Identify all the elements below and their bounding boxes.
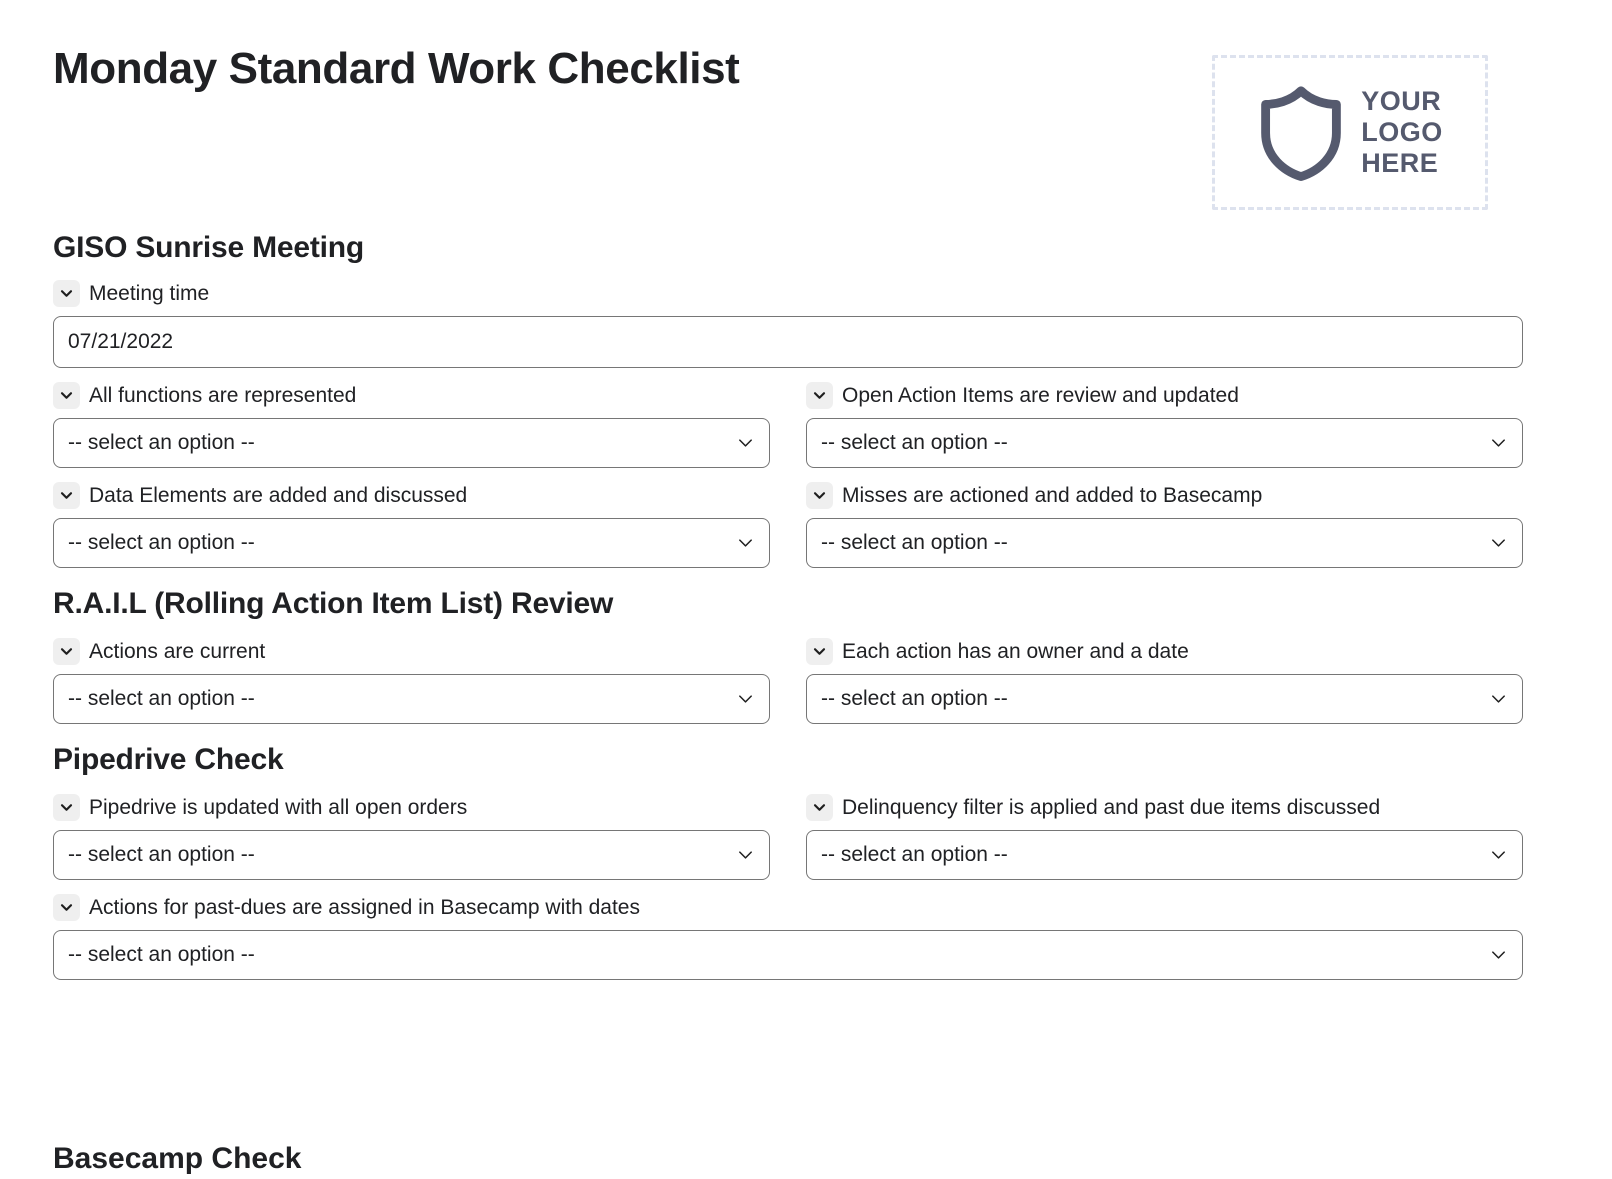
select-actions-past-dues-basecamp[interactable]: -- select an option -- (53, 930, 1523, 980)
select-value: -- select an option -- (821, 431, 1008, 454)
chevron-down-icon[interactable] (53, 280, 80, 307)
chevron-down-icon (739, 851, 752, 859)
field-label-text: All functions are represented (89, 383, 357, 407)
field-all-functions-represented: All functions are represented -- select … (53, 382, 770, 468)
field-label-row: Each action has an owner and a date (806, 638, 1523, 665)
checklist-page: Monday Standard Work Checklist YOUR LOGO… (0, 0, 1612, 1175)
field-label-text: Actions are current (89, 639, 266, 663)
chevron-down-icon[interactable] (806, 638, 833, 665)
chevron-down-icon (739, 439, 752, 447)
section-heading: R.A.I.L (Rolling Action Item List) Revie… (53, 587, 614, 620)
field-label-text: Meeting time (89, 281, 210, 305)
select-value: -- select an option -- (821, 531, 1008, 554)
chevron-down-icon[interactable] (53, 382, 80, 409)
field-misses-actioned: Misses are actioned and added to Basecam… (806, 482, 1523, 568)
field-label-row: All functions are represented (53, 382, 770, 409)
field-label-text: Data Elements are added and discussed (89, 483, 468, 507)
field-label-row: Actions for past-dues are assigned in Ba… (53, 894, 1523, 921)
logo-text: YOUR LOGO HERE (1361, 86, 1443, 179)
select-value: -- select an option -- (68, 843, 255, 866)
section-giso-sunrise-meeting: GISO Sunrise Meeting Meeting time 07/21/… (53, 228, 1559, 568)
logo-placeholder: YOUR LOGO HERE (1212, 55, 1488, 210)
logo-text-line2: LOGO (1361, 117, 1443, 147)
field-label-text: Pipedrive is updated with all open order… (89, 795, 468, 819)
chevron-down-icon[interactable] (53, 638, 80, 665)
logo-text-line3: HERE (1361, 148, 1439, 178)
field-meeting-time: Meeting time 07/21/2022 (53, 280, 1523, 368)
field-label-text: Delinquency filter is applied and past d… (842, 795, 1381, 819)
page-title: Monday Standard Work Checklist (53, 44, 740, 93)
meeting-date-value: 07/21/2022 (68, 330, 174, 353)
field-label-text: Misses are actioned and added to Basecam… (842, 483, 1263, 507)
select-value: -- select an option -- (68, 943, 255, 966)
field-label-row: Open Action Items are review and updated (806, 382, 1523, 409)
select-misses-actioned[interactable]: -- select an option -- (806, 518, 1523, 568)
chevron-down-icon[interactable] (806, 482, 833, 509)
field-label-row: Actions are current (53, 638, 770, 665)
section-fields-grid: Actions are current -- select an option … (53, 624, 1523, 724)
select-all-functions-represented[interactable]: -- select an option -- (53, 418, 770, 468)
page-header: Monday Standard Work Checklist YOUR LOGO… (53, 0, 1559, 228)
section-rail-review: R.A.I.L (Rolling Action Item List) Revie… (53, 584, 1559, 724)
select-each-action-has-owner-and-date[interactable]: -- select an option -- (806, 674, 1523, 724)
field-label-row: Pipedrive is updated with all open order… (53, 794, 770, 821)
chevron-down-icon (1492, 539, 1505, 547)
field-pipedrive-updated-open-orders: Pipedrive is updated with all open order… (53, 794, 770, 880)
chevron-down-icon[interactable] (806, 382, 833, 409)
field-actions-are-current: Actions are current -- select an option … (53, 638, 770, 724)
select-value: -- select an option -- (68, 687, 255, 710)
field-label-text: Each action has an owner and a date (842, 639, 1189, 663)
chevron-down-icon[interactable] (53, 894, 80, 921)
select-data-elements-added[interactable]: -- select an option -- (53, 518, 770, 568)
field-actions-past-dues-basecamp: Actions for past-dues are assigned in Ba… (53, 894, 1523, 980)
field-each-action-has-owner-and-date: Each action has an owner and a date -- s… (806, 638, 1523, 724)
chevron-down-icon (1492, 851, 1505, 859)
field-label-text: Actions for past-dues are assigned in Ba… (89, 895, 640, 919)
field-open-action-items: Open Action Items are review and updated… (806, 382, 1523, 468)
chevron-down-icon[interactable] (806, 794, 833, 821)
field-label-text: Open Action Items are review and updated (842, 383, 1239, 407)
select-value: -- select an option -- (821, 843, 1008, 866)
section-fields-grid: Pipedrive is updated with all open order… (53, 780, 1523, 980)
chevron-down-icon (739, 539, 752, 547)
section-pipedrive-check: Pipedrive Check Pipedrive is updated wit… (53, 740, 1559, 980)
select-value: -- select an option -- (68, 431, 255, 454)
select-value: -- select an option -- (821, 687, 1008, 710)
shield-icon (1261, 85, 1342, 181)
chevron-down-icon[interactable] (53, 482, 80, 509)
section-fields-grid: All functions are represented -- select … (53, 368, 1523, 568)
field-label-row: Data Elements are added and discussed (53, 482, 770, 509)
chevron-down-icon (1492, 695, 1505, 703)
section-heading: GISO Sunrise Meeting (53, 231, 365, 264)
section-heading-partial: Basecamp Check (53, 1142, 302, 1175)
field-label-row: Meeting time (53, 280, 1523, 307)
chevron-down-icon (739, 695, 752, 703)
meeting-date-input[interactable]: 07/21/2022 (53, 316, 1523, 368)
select-actions-are-current[interactable]: -- select an option -- (53, 674, 770, 724)
chevron-down-icon (1492, 951, 1505, 959)
select-pipedrive-updated-open-orders[interactable]: -- select an option -- (53, 830, 770, 880)
chevron-down-icon[interactable] (53, 794, 80, 821)
field-label-row: Delinquency filter is applied and past d… (806, 794, 1523, 821)
field-delinquency-filter-applied: Delinquency filter is applied and past d… (806, 794, 1523, 880)
logo-text-line1: YOUR (1361, 86, 1442, 116)
select-open-action-items[interactable]: -- select an option -- (806, 418, 1523, 468)
section-heading: Pipedrive Check (53, 743, 284, 776)
field-label-row: Misses are actioned and added to Basecam… (806, 482, 1523, 509)
field-data-elements-added: Data Elements are added and discussed --… (53, 482, 770, 568)
select-value: -- select an option -- (68, 531, 255, 554)
select-delinquency-filter-applied[interactable]: -- select an option -- (806, 830, 1523, 880)
chevron-down-icon (1492, 439, 1505, 447)
